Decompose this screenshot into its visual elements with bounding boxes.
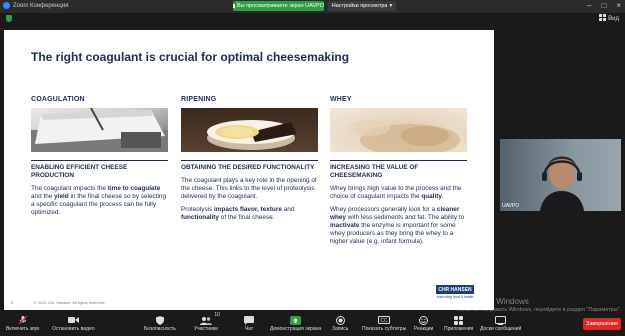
apps-button[interactable]: Приложения (444, 315, 473, 332)
bold-run: time to coagulate (107, 185, 161, 192)
column-ripening: RIPENING OBTAINING THE DESIRED FUNCTIONA… (181, 96, 318, 222)
video-icon (67, 315, 79, 325)
toolbar-label: Показать субтитры (362, 326, 407, 332)
column-coagulation: COAGULATION ENABLING EFFICIENT CHEESE PR… (31, 96, 168, 217)
view-button[interactable]: Вид (599, 14, 619, 23)
logo-box: CHR HANSEN (436, 285, 474, 294)
chevron-down-icon: ▾ (389, 3, 393, 9)
toolbar-label: Включить звук (6, 326, 40, 332)
text-run: The coagulant impacts the (31, 185, 108, 192)
svg-text:CC: CC (381, 318, 389, 324)
column-paragraph: The coagulant plays a key role in the ri… (181, 177, 317, 200)
reactions-button[interactable]: Реакции (414, 315, 433, 332)
slide-copyright: © 2021 Chr. Hansen. All rights reserved. (34, 300, 106, 305)
slide-page-number: 5 (11, 300, 14, 305)
chat-button[interactable]: Чат (244, 315, 254, 332)
window-controls: – □ × (587, 1, 621, 10)
whiteboard-button[interactable]: Доски сообщений (480, 315, 521, 332)
stop-video-button[interactable]: Остановить видео (52, 315, 95, 332)
apps-icon (454, 315, 464, 325)
share-screen-icon (290, 315, 302, 325)
reactions-icon (419, 315, 429, 325)
captions-button[interactable]: CC Показать субтитры (362, 315, 406, 332)
column-subheading: OBTAINING THE DESIRED FUNCTIONALITY (181, 160, 318, 172)
bold-run: inactivate (330, 222, 360, 229)
toolbar-label: Остановить видео (52, 326, 95, 332)
text-run: and the (31, 193, 55, 200)
participant-video[interactable] (500, 139, 621, 211)
chat-icon (244, 315, 254, 325)
minimize-icon[interactable]: – (587, 1, 591, 10)
record-icon (335, 315, 345, 325)
column-heading: WHEY (330, 96, 352, 103)
title-bar: Zoom Конференция Вы просматриваете экран… (0, 0, 625, 13)
toolbar-label: Приложения (444, 326, 474, 332)
meeting-top-strip (0, 13, 625, 23)
toolbar-label: Запись (332, 326, 349, 332)
text-run: of the final cheese. (219, 214, 275, 221)
column-paragraph: Whey processors generally look for a cle… (330, 206, 467, 246)
column-paragraph: The coagulant impacts the time to coagul… (31, 185, 168, 217)
participants-button[interactable]: 10 Участники (194, 312, 220, 332)
unmute-button[interactable]: Включить звук (6, 315, 39, 332)
participant-count: 10 (214, 312, 220, 318)
slide-title: The right coagulant is crucial for optim… (31, 50, 350, 64)
column-heading: RIPENING (181, 96, 217, 103)
zoom-logo-icon (3, 2, 10, 9)
column-paragraph: Whey brings high value to the process an… (330, 185, 467, 201)
record-button[interactable]: Запись (332, 315, 348, 332)
toolbar-label: Безопасность (144, 326, 176, 332)
column-subheading: INCREASING THE VALUE OF CHEESEMAKING (330, 160, 467, 180)
bold-run: quality (421, 193, 442, 200)
toolbar-label: Доски сообщений (480, 326, 522, 332)
encryption-shield-icon[interactable] (6, 15, 12, 22)
view-options-button[interactable]: Настройки просмотра ▾ (328, 1, 396, 11)
column-heading: COAGULATION (31, 96, 85, 103)
end-meeting-button[interactable]: Завершение (583, 318, 621, 330)
bold-run: yield (54, 193, 69, 200)
screen-share-icon (233, 4, 236, 8)
text-run: Whey processors generally look for a (330, 206, 437, 213)
share-banner: Вы просматриваете экран UAVPO (233, 1, 324, 11)
whey-powder-photo (330, 108, 467, 152)
bold-run: functionality (181, 214, 219, 221)
participants-icon: 10 (199, 312, 220, 325)
bold-run: impacts flavor, texture (214, 206, 282, 213)
text-run: with less sediments and fat. The ability… (345, 214, 465, 221)
toolbar-label: Чат (244, 326, 254, 332)
view-options-label: Настройки просмотра (331, 3, 388, 9)
text-run: Proteolysis (181, 206, 215, 213)
grid-icon (599, 14, 607, 23)
toolbar-label: Реакции (414, 326, 434, 332)
column-whey: WHEY INCREASING THE VALUE OF CHEESEMAKIN… (330, 96, 467, 246)
share-banner-text: Вы просматриваете экран UAVPO (237, 3, 324, 9)
text-run: and (281, 206, 295, 213)
cc-icon: CC (378, 315, 391, 325)
whiteboard-icon (495, 315, 507, 325)
close-icon[interactable]: × (616, 1, 621, 10)
windows-watermark-title: Активация Windows (455, 297, 529, 306)
app-title: Zoom Конференция (3, 2, 68, 9)
app-title-text: Zoom Конференция (13, 2, 69, 9)
view-button-label: Вид (608, 15, 619, 22)
shield-icon (155, 315, 164, 325)
toolbar-label: Демонстрация экрана (270, 326, 322, 332)
share-screen-button[interactable]: Демонстрация экрана (270, 315, 321, 332)
participant-name: UAVPO (502, 203, 520, 209)
participant-silhouette (540, 156, 584, 211)
text-run: . (441, 193, 444, 200)
maximize-icon[interactable]: □ (601, 1, 606, 10)
mic-muted-icon (18, 315, 28, 325)
shared-slide: The right coagulant is crucial for optim… (4, 30, 494, 310)
cheese-photo (181, 108, 318, 152)
column-paragraph: Proteolysis impacts flavor, texture and … (181, 206, 318, 222)
coagulation-photo (31, 108, 168, 152)
security-button[interactable]: Безопасность (144, 315, 176, 332)
column-subheading: ENABLING EFFICIENT CHEESE PRODUCTION (31, 160, 168, 180)
toolbar-label: Участники (194, 326, 218, 332)
